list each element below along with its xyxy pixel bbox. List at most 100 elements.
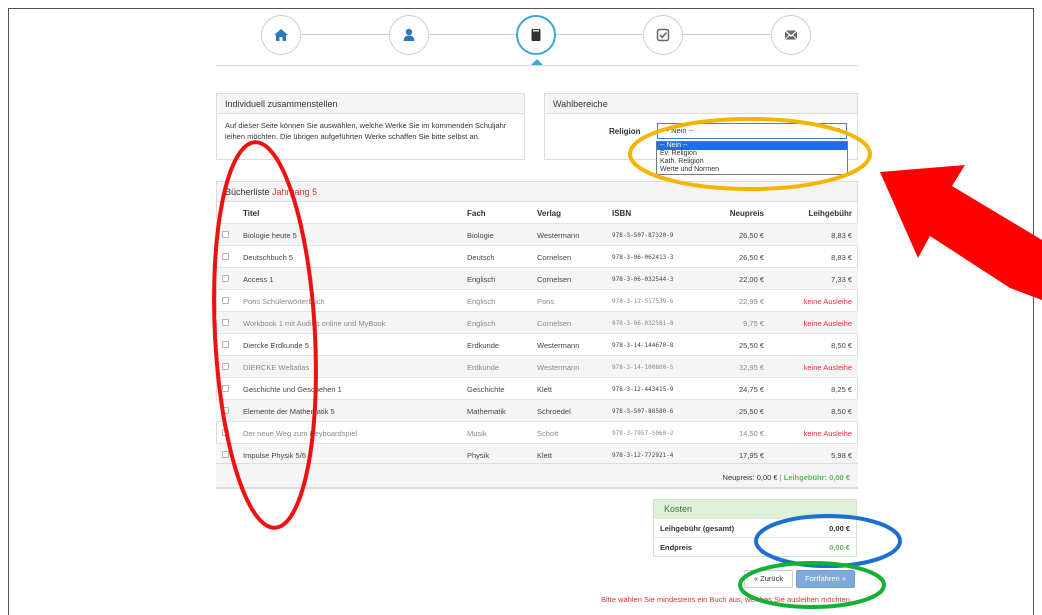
- cell-leihgebuehr: 8,83 €: [831, 253, 852, 262]
- step-books[interactable]: [516, 15, 556, 55]
- cell-verlag: Cornelsen: [537, 319, 572, 328]
- cell-isbn: 978-3-14-144670-8: [612, 342, 674, 349]
- col-neupreis: Neupreis: [729, 209, 764, 218]
- cell-leihgebuehr: 7,33 €: [831, 275, 852, 284]
- table-row[interactable]: Der neue Weg zum Keyboardspiel Musik Schot…: [216, 421, 858, 443]
- cell-isbn: 978-3-12-443415-9: [612, 386, 674, 393]
- divider: [216, 65, 858, 66]
- row-checkbox[interactable]: [222, 363, 229, 370]
- row-checkbox[interactable]: [222, 253, 229, 260]
- cell-leihgebuehr: keine Ausleihe: [803, 363, 852, 372]
- cell-titel: Pons Schülerwörterbuch: [243, 297, 325, 306]
- row-checkbox[interactable]: [222, 231, 229, 238]
- cell-neupreis: 32,95 €: [738, 363, 764, 372]
- cell-neupreis: 22,00 €: [738, 275, 764, 284]
- cell-verlag: Westermann: [537, 341, 580, 350]
- cell-neupreis: 26,50 €: [738, 231, 764, 240]
- option-nein[interactable]: -- Nein --: [657, 142, 847, 150]
- cell-neupreis: 25,50 €: [738, 407, 764, 416]
- cell-neupreis: 25,50 €: [738, 341, 764, 350]
- cell-fach: Geschichte: [467, 385, 505, 394]
- row-checkbox[interactable]: [222, 451, 229, 458]
- option-kath-religion[interactable]: Kath. Religion: [657, 158, 847, 166]
- summary-text: Neupreis: 0,00 € | Leihgebühr: 0,00 €: [723, 473, 850, 482]
- step-home[interactable]: [261, 15, 301, 55]
- costs-leih-value: 0,00 €: [829, 524, 850, 533]
- cell-titel: Elemente der Mathematik 5: [243, 407, 335, 416]
- row-checkbox[interactable]: [222, 297, 229, 304]
- cell-isbn: 978-3-06-032581-8: [612, 320, 674, 327]
- table-row[interactable]: Geschichte und Geschehen 1 Geschichte Klet…: [216, 377, 858, 399]
- cell-verlag: Westermann: [537, 363, 580, 372]
- option-werte-normen[interactable]: Werte und Normen: [657, 166, 847, 174]
- cell-verlag: Westermann: [537, 231, 580, 240]
- costs-title: Kosten: [654, 500, 856, 518]
- cell-titel: DIERCKE Weltatlas: [243, 363, 310, 372]
- table-row[interactable]: DIERCKE Weltatlas Erdkunde Westermann 978-3…: [216, 355, 858, 377]
- home-icon: [274, 29, 288, 41]
- continue-button[interactable]: Fortfahren »: [796, 570, 855, 588]
- cell-leihgebuehr: 8,83 €: [831, 231, 852, 240]
- option-ev-religion[interactable]: Ev. Religion: [657, 150, 847, 158]
- summary-row: Neupreis: 0,00 € | Leihgebühr: 0,00 €: [216, 463, 858, 488]
- costs-row-end: Endpreis 0,00 €: [654, 537, 856, 556]
- table-row[interactable]: Diercke Erdkunde 5 Erdkunde Westermann 978-…: [216, 333, 858, 355]
- cell-titel: Deutschbuch 5: [243, 253, 294, 262]
- booklist-year: Jahrgang 5: [272, 187, 318, 197]
- cell-titel: Workbook 1 mit Audios online und MyBook: [243, 319, 386, 328]
- user-icon: [403, 28, 415, 41]
- cell-fach: Englisch: [467, 297, 496, 306]
- cell-titel: Der neue Weg zum Keyboardspiel: [243, 429, 358, 438]
- cell-neupreis: 22,99 €: [738, 297, 764, 306]
- col-leihgebuehr: Leihgebühr: [808, 209, 852, 218]
- cell-leihgebuehr: keine Ausleihe: [803, 297, 852, 306]
- costs-row-leih: Leihgebühr (gesamt) 0,00 €: [654, 518, 856, 537]
- row-checkbox[interactable]: [222, 319, 229, 326]
- cell-isbn: 978-3-12-772921-4: [612, 452, 674, 459]
- cell-isbn: 978-3-507-87320-9: [612, 232, 674, 239]
- row-checkbox[interactable]: [222, 429, 229, 436]
- costs-panel: Kosten Leihgebühr (gesamt) 0,00 € Endpre…: [653, 499, 857, 557]
- step-check[interactable]: [643, 15, 683, 55]
- back-button[interactable]: « Zurück: [744, 570, 793, 588]
- religion-select[interactable]: -- Nein -- ▼: [657, 123, 847, 139]
- cell-leihgebuehr: keine Ausleihe: [803, 429, 852, 438]
- individual-title: Individuell zusammenstellen: [217, 94, 524, 114]
- table-row[interactable]: Access 1 Englisch Cornelsen 978-3-06-032544…: [216, 267, 858, 289]
- table-row[interactable]: Elemente der Mathematik 5 Mathematik Schro…: [216, 399, 858, 421]
- row-checkbox[interactable]: [222, 275, 229, 282]
- religion-label: Religion: [609, 127, 641, 136]
- table-row[interactable]: Workbook 1 mit Audios online und MyBook E…: [216, 311, 858, 333]
- cell-verlag: Schroedel: [537, 407, 571, 416]
- cell-isbn: 978-3-507-88580-6: [612, 408, 674, 415]
- cell-fach: Biologie: [467, 231, 494, 240]
- row-checkbox[interactable]: [222, 341, 229, 348]
- costs-leih-label: Leihgebühr (gesamt): [660, 524, 735, 533]
- cell-titel: Biologie heute 5: [243, 231, 297, 240]
- table-row[interactable]: Impulse Physik 5/6 Physik Klett 978-3-12-77…: [216, 443, 858, 465]
- wahlbereiche-title: Wahlbereiche: [545, 94, 857, 114]
- costs-end-value: 0,00 €: [829, 543, 850, 552]
- step-envelope[interactable]: [771, 15, 811, 55]
- cell-leihgebuehr: 8,25 €: [831, 385, 852, 394]
- row-checkbox[interactable]: [222, 407, 229, 414]
- cell-fach: Physik: [467, 451, 490, 460]
- cell-fach: Deutsch: [467, 253, 495, 262]
- individual-text: Auf dieser Seite können Sie auswählen, w…: [225, 121, 507, 141]
- individual-panel: Individuell zusammenstellen Auf dieser S…: [216, 93, 525, 160]
- cell-verlag: Klett: [537, 385, 553, 394]
- booklist-title: Bücherliste Jahrgang 5: [217, 182, 857, 202]
- cell-isbn: 978-3-14-100800-5: [612, 364, 674, 371]
- table-row[interactable]: Biologie heute 5 Biologie Westermann 978-3-…: [216, 223, 858, 245]
- cell-titel: Impulse Physik 5/6: [243, 451, 306, 460]
- step-user[interactable]: [389, 15, 429, 55]
- envelope-icon: [784, 30, 798, 40]
- cell-fach: Erdkunde: [467, 363, 500, 372]
- summary-neupreis: Neupreis: 0,00 €: [722, 473, 778, 482]
- cell-verlag: Schott: [537, 429, 559, 438]
- cell-titel: Access 1: [243, 275, 274, 284]
- table-row[interactable]: Pons Schülerwörterbuch Englisch Pons 978-3-…: [216, 289, 858, 311]
- table-row[interactable]: Deutschbuch 5 Deutsch Cornelsen 978-3-06-06…: [216, 245, 858, 267]
- row-checkbox[interactable]: [222, 385, 229, 392]
- cell-fach: Englisch: [467, 275, 496, 284]
